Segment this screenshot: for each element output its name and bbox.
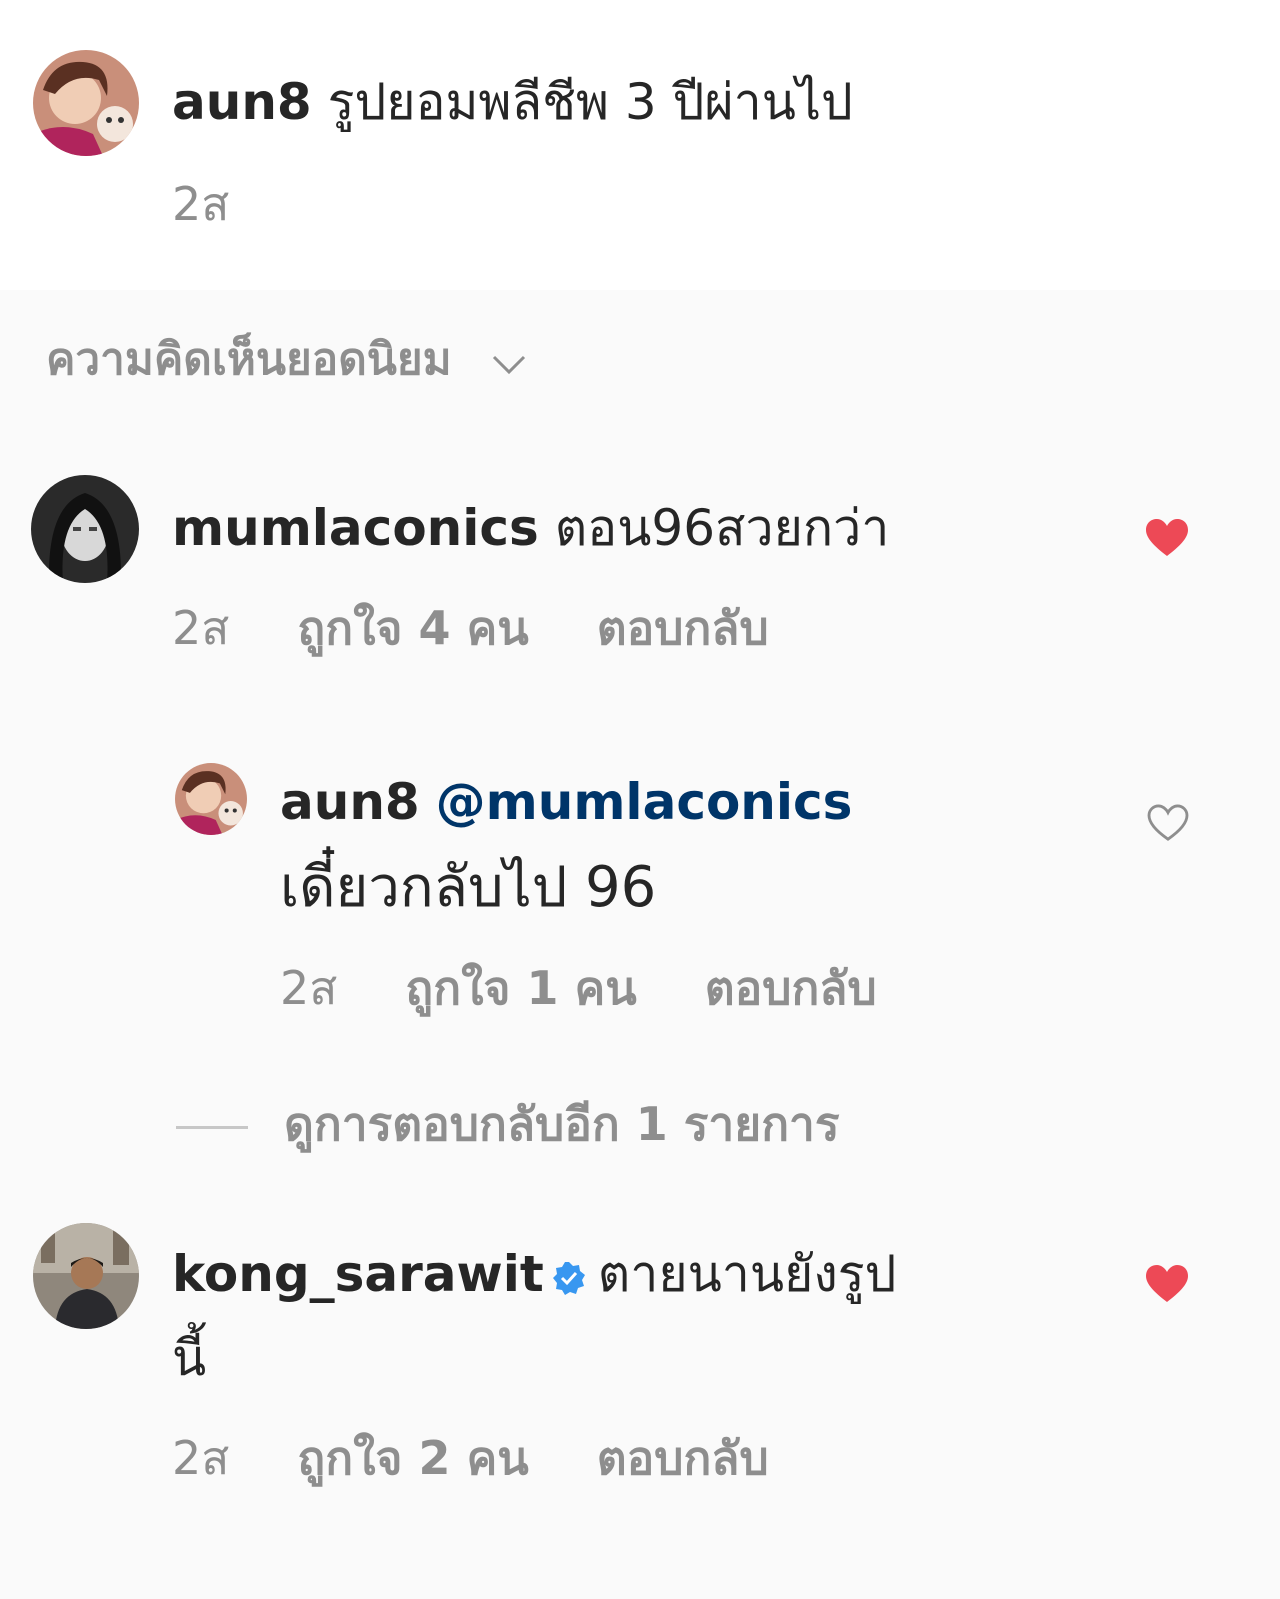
comment-text-line: kong_sarawit ตายนานยังรูป xyxy=(172,1242,896,1310)
comment-meta: 2ส ถูกใจ 2 คน ตอบกลับ xyxy=(172,1430,821,1486)
comments-section xyxy=(0,290,1280,1599)
caption-text-line: aun8 รูปยอมพลีชีพ 3 ปีผ่านไป xyxy=(172,70,853,134)
caption-text: รูปยอมพลีชีพ 3 ปีผ่านไป xyxy=(327,73,853,131)
reply-meta: 2ส ถูกใจ 1 คน ตอบกลับ xyxy=(280,960,929,1016)
comment-time: 2ส xyxy=(172,1431,230,1485)
comment-username[interactable]: kong_sarawit xyxy=(172,1245,544,1303)
reply-button[interactable]: ตอบกลับ xyxy=(597,600,769,656)
view-more-label: ดูการตอบกลับอีก 1 รายการ xyxy=(284,1097,840,1151)
caption-section: aun8 รูปยอมพลีชีพ 3 ปีผ่านไป 2ส xyxy=(0,0,1280,290)
reply-text-line: aun8 @mumlaconics xyxy=(280,770,852,834)
caption-avatar[interactable] xyxy=(33,50,139,156)
comment-likes-link[interactable]: ถูกใจ 2 คน xyxy=(297,1430,528,1486)
reply-button[interactable]: ตอบกลับ xyxy=(597,1430,769,1486)
comment-time: 2ส xyxy=(172,601,230,655)
comment-text: ตอน96สวยกว่า xyxy=(554,499,890,557)
caption-meta: 2ส xyxy=(172,176,281,232)
heart-outline-icon[interactable] xyxy=(1146,804,1190,846)
comment-meta: 2ส ถูกใจ 4 คน ตอบกลับ xyxy=(172,600,821,656)
reply-body: เดี๋ยวกลับไป 96 xyxy=(280,855,657,920)
heart-icon[interactable] xyxy=(1144,518,1190,562)
comment-text-continued: นี้ xyxy=(172,1329,207,1387)
view-more-replies[interactable]: ดูการตอบกลับอีก 1 รายการ xyxy=(176,1094,840,1154)
comment-likes-link[interactable]: ถูกใจ 4 คน xyxy=(297,600,528,656)
comment-text-line: mumlaconics ตอน96สวยกว่า xyxy=(172,496,889,560)
reply-mention[interactable]: @mumlaconics xyxy=(436,773,853,831)
comment-avatar[interactable] xyxy=(33,1223,139,1329)
caption-username[interactable]: aun8 xyxy=(172,73,312,131)
heart-icon[interactable] xyxy=(1144,1264,1190,1308)
reply-likes-link[interactable]: ถูกใจ 1 คน xyxy=(405,960,636,1016)
comment-avatar[interactable] xyxy=(31,475,139,583)
reply-avatar[interactable] xyxy=(175,763,247,835)
comment-username[interactable]: mumlaconics xyxy=(172,499,539,557)
sort-label: ความคิดเห็นยอดนิยม xyxy=(46,334,452,385)
caption-time: 2ส xyxy=(172,177,230,231)
comment-text: ตายนานยังรูป xyxy=(597,1245,897,1303)
reply-reply-button[interactable]: ตอบกลับ xyxy=(705,960,877,1016)
reply-time: 2ส xyxy=(280,961,338,1015)
verified-badge-icon xyxy=(552,1246,586,1310)
sort-dropdown[interactable]: ความคิดเห็นยอดนิยม xyxy=(46,330,527,392)
divider xyxy=(176,1126,248,1129)
chevron-down-icon xyxy=(491,332,527,392)
reply-username[interactable]: aun8 xyxy=(280,773,420,831)
